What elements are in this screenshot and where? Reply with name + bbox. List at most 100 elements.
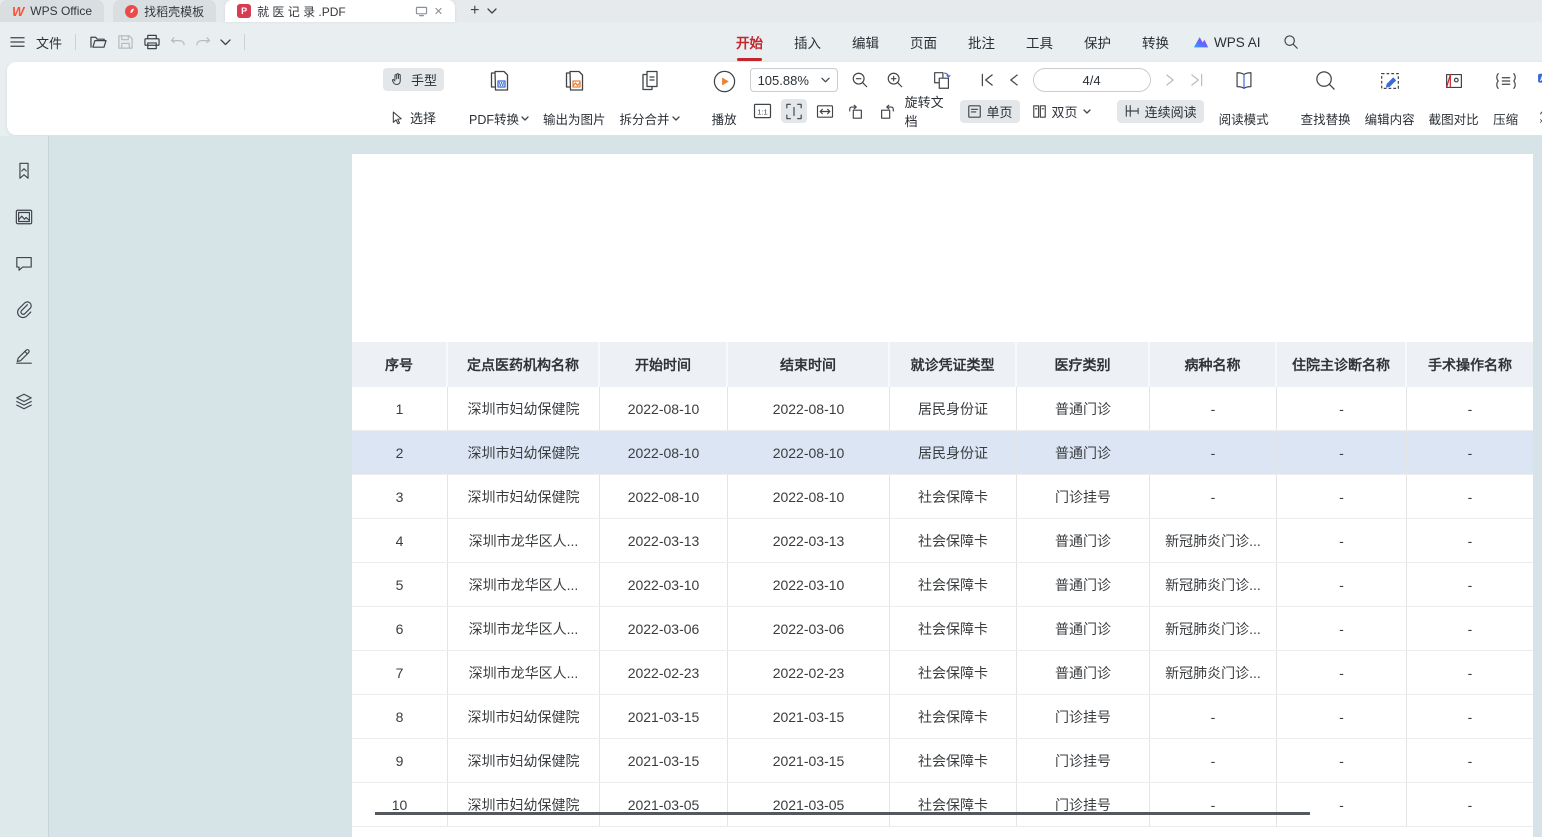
- quick-access-chevron-icon[interactable]: [220, 39, 231, 46]
- table-cell: -: [1150, 783, 1277, 826]
- table-cell: 2022-08-10: [728, 475, 890, 518]
- table-cell: 深圳市龙华区人...: [448, 607, 600, 650]
- continuous-read-button[interactable]: 连续阅读: [1117, 100, 1204, 123]
- export-image-button[interactable]: 输出为图片: [536, 67, 613, 130]
- tab-label: 找稻壳模板: [144, 3, 204, 20]
- edit-content-button[interactable]: 编辑内容: [1358, 67, 1422, 130]
- tab-screen-icon[interactable]: [415, 6, 428, 17]
- play-button[interactable]: 播放: [705, 67, 744, 130]
- sidebar-layers-button[interactable]: [11, 388, 37, 414]
- rotate-left-button[interactable]: [843, 99, 869, 123]
- redo-icon[interactable]: [195, 35, 211, 49]
- table-row: 2深圳市妇幼保健院2022-08-102022-08-10居民身份证普通门诊--…: [352, 431, 1533, 475]
- menu-item[interactable]: 编辑: [851, 30, 880, 54]
- menu-item[interactable]: 工具: [1025, 30, 1054, 54]
- file-menu-button[interactable]: 文件: [36, 33, 62, 52]
- pdf-convert-button[interactable]: W PDF转换: [462, 67, 536, 130]
- table-cell: 7: [352, 651, 448, 694]
- menu-search-icon[interactable]: [1283, 34, 1299, 50]
- table-cell: -: [1407, 387, 1533, 430]
- menu-item[interactable]: 开始: [735, 30, 764, 54]
- prev-page-button[interactable]: [1009, 73, 1019, 87]
- table-cell: 社会保障卡: [890, 783, 1017, 826]
- hamburger-icon[interactable]: [10, 36, 25, 48]
- menu-item[interactable]: 批注: [967, 30, 996, 54]
- next-page-button[interactable]: [1165, 73, 1175, 87]
- table-cell: -: [1277, 651, 1407, 694]
- table-header-cell: 结束时间: [728, 342, 890, 387]
- first-page-button[interactable]: [980, 73, 995, 87]
- table-cell: -: [1277, 387, 1407, 430]
- hand-tool-button[interactable]: 手型: [383, 68, 444, 91]
- read-mode-button[interactable]: 阅读模式: [1212, 67, 1276, 130]
- sidebar-signature-button[interactable]: [11, 342, 37, 368]
- table-cell: -: [1407, 475, 1533, 518]
- screenshot-compare-button[interactable]: 截图对比: [1422, 67, 1486, 130]
- tab-close-icon[interactable]: ✕: [434, 5, 443, 18]
- last-page-button[interactable]: [1189, 73, 1204, 87]
- select-tool-button[interactable]: 选择: [383, 106, 444, 129]
- table-cell: 1: [352, 387, 448, 430]
- table-cell: 深圳市龙华区人...: [448, 519, 600, 562]
- compress-button[interactable]: 压缩: [1486, 67, 1526, 130]
- wps-ai-button[interactable]: WPS AI: [1193, 35, 1261, 50]
- sidebar-thumbnail-button[interactable]: [11, 204, 37, 230]
- tab-wps-office[interactable]: W WPS Office: [0, 0, 104, 22]
- split-merge-button[interactable]: 拆分合并: [613, 67, 687, 130]
- find-replace-button[interactable]: 查找替换: [1294, 67, 1358, 130]
- sidebar-comment-button[interactable]: [11, 250, 37, 276]
- table-cell: 2022-03-13: [600, 519, 728, 562]
- table-cell: 新冠肺炎门诊...: [1150, 519, 1277, 562]
- ribbon-toolbar: 手型 选择 W PDF转换 输出为图片 拆分合并 播放 105.88%: [7, 62, 1542, 135]
- print-icon[interactable]: [143, 34, 161, 50]
- zoom-out-button[interactable]: [847, 68, 873, 92]
- table-cell: 2022-08-10: [600, 387, 728, 430]
- table-row: 4深圳市龙华区人...2022-03-132022-03-13社会保障卡普通门诊…: [352, 519, 1533, 563]
- table-row: 7深圳市龙华区人...2022-02-232022-02-23社会保障卡普通门诊…: [352, 651, 1533, 695]
- menu-item[interactable]: 页面: [909, 30, 938, 54]
- tab-list-chevron-icon[interactable]: [487, 8, 497, 14]
- sidebar-attachment-button[interactable]: [11, 296, 37, 322]
- rotate-doc-label[interactable]: 旋转文档: [905, 92, 945, 130]
- undo-icon[interactable]: [170, 35, 186, 49]
- word-translate-button[interactable]: xA 划词翻译: [1530, 106, 1542, 129]
- page-swap-button[interactable]: [929, 68, 955, 92]
- table-cell: 2022-03-13: [728, 519, 890, 562]
- menu-item[interactable]: 转换: [1141, 30, 1170, 54]
- table-cell: -: [1407, 431, 1533, 474]
- word-translate-icon: xA: [1537, 110, 1542, 125]
- left-sidebar: [0, 136, 49, 837]
- rotate-right-button[interactable]: [874, 99, 900, 123]
- image-icon: [14, 208, 34, 226]
- split-merge-icon: [638, 69, 662, 95]
- tab-document-active[interactable]: P 就 医 记 录 .PDF ✕: [225, 0, 455, 22]
- double-page-button[interactable]: 双页: [1025, 100, 1098, 123]
- menu-item[interactable]: 保护: [1083, 30, 1112, 54]
- table-cell: 2021-03-15: [728, 739, 890, 782]
- new-tab-button[interactable]: +: [470, 2, 479, 20]
- table-cell: 2022-03-06: [600, 607, 728, 650]
- fit-width-button[interactable]: [812, 99, 838, 123]
- tab-docer-templates[interactable]: 找稻壳模板: [113, 0, 216, 22]
- actual-size-button[interactable]: 1:1: [750, 99, 776, 123]
- page-number-input[interactable]: 4/4: [1033, 68, 1151, 92]
- sidebar-bookmark-button[interactable]: [11, 158, 37, 184]
- open-file-icon[interactable]: [89, 34, 108, 50]
- menu-item[interactable]: 插入: [793, 30, 822, 54]
- save-icon[interactable]: [117, 34, 134, 50]
- single-page-button[interactable]: 单页: [960, 100, 1020, 123]
- zoom-level-select[interactable]: 105.88%: [750, 68, 838, 92]
- table-cell: -: [1150, 431, 1277, 474]
- fit-page-button[interactable]: [781, 99, 807, 123]
- table-cell: 普通门诊: [1017, 387, 1150, 430]
- zoom-in-button[interactable]: [882, 68, 908, 92]
- table-cell: 深圳市妇幼保健院: [448, 783, 600, 826]
- table-cell: 居民身份证: [890, 431, 1017, 474]
- table-cell: -: [1277, 431, 1407, 474]
- table-cell: 社会保障卡: [890, 475, 1017, 518]
- table-header-cell: 开始时间: [600, 342, 728, 387]
- table-header-cell: 医疗类别: [1017, 342, 1150, 387]
- full-translate-button[interactable]: A文 全文翻译: [1530, 68, 1542, 91]
- zoom-out-icon: [851, 71, 869, 89]
- table-cell: 2021-03-15: [600, 739, 728, 782]
